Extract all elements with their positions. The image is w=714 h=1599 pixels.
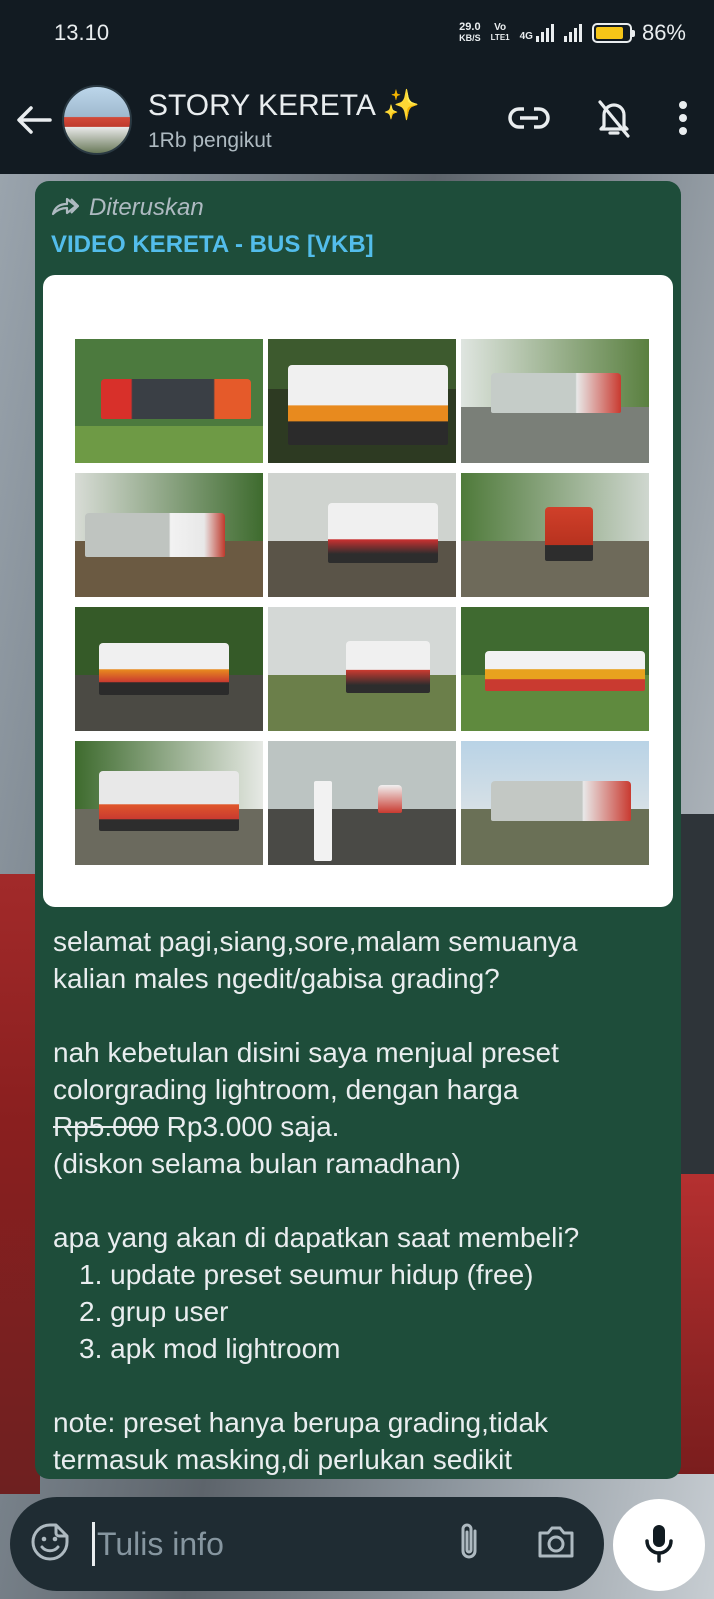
- status-icons: 29.0 KB/S Vo LTE1 4G 86%: [459, 20, 686, 46]
- camera-icon[interactable]: [536, 1525, 576, 1564]
- list-item: 3. apk mod lightroom: [79, 1333, 341, 1364]
- back-arrow-icon[interactable]: [16, 100, 56, 140]
- text-line: kalian males ngedit/gabisa grading?: [53, 963, 500, 994]
- header-actions: [508, 98, 688, 143]
- channel-avatar[interactable]: [62, 85, 132, 155]
- text-line: nah kebetulan disini saya menjual preset: [53, 1037, 559, 1068]
- volte-label: Vo: [494, 22, 507, 33]
- battery-icon: [591, 23, 635, 43]
- photo-thumb: [461, 741, 649, 865]
- text-line: apa yang akan di dapatkan saat membeli?: [53, 1222, 580, 1253]
- photo-thumb: [268, 741, 456, 865]
- status-time: 13.10: [54, 20, 110, 45]
- photo-thumb: [268, 473, 456, 597]
- text-line: (diskon selama bulan ramadhan): [53, 1148, 461, 1179]
- new-price: Rp3.000 saja.: [158, 1111, 340, 1142]
- text-line: selamat pagi,siang,sore,malam semuanya: [53, 926, 578, 957]
- photo-thumb: [268, 607, 456, 731]
- photo-thumb: [461, 607, 649, 731]
- channel-title: STORY KERETA ✨: [148, 88, 420, 122]
- attach-icon[interactable]: [456, 1521, 482, 1568]
- battery-percent: 86%: [641, 20, 686, 45]
- forward-source[interactable]: VIDEO KERETA - BUS [VKB]: [35, 225, 681, 265]
- link-icon[interactable]: [508, 106, 550, 134]
- follower-count: 1Rb pengikut: [148, 128, 272, 152]
- speed-unit: KB/S: [459, 33, 481, 43]
- list-item: 2. grup user: [79, 1296, 229, 1327]
- status-bar: 13.10 29.0 KB/S Vo LTE1 4G 86%: [0, 0, 714, 66]
- bell-off-icon[interactable]: [596, 98, 632, 143]
- text-line: colorgrading lightroom, dengan harga: [53, 1074, 519, 1105]
- forward-icon: [51, 196, 80, 221]
- channel-header: STORY KERETA ✨ 1Rb pengikut: [0, 66, 714, 174]
- battery-fill: [595, 27, 624, 39]
- message-bubble[interactable]: Diteruskan VIDEO KERETA - BUS [VKB] sela…: [35, 181, 681, 1479]
- text-line: note: preset hanya berupa grading,tidak: [53, 1407, 549, 1438]
- list-item: 1. update preset seumur hidup (free): [79, 1259, 534, 1290]
- photo-thumb: [75, 607, 263, 731]
- signal-4g: 4G: [520, 24, 554, 42]
- photo-thumb: [461, 339, 649, 463]
- benefit-list: 1. update preset seumur hidup (free) 2. …: [53, 1256, 663, 1367]
- photo-grid: [75, 339, 649, 865]
- signal-bars-2-icon: [563, 24, 582, 42]
- photo-thumb: [75, 339, 263, 463]
- signal-bars-icon: [535, 24, 554, 42]
- mic-button[interactable]: [613, 1499, 705, 1591]
- channel-info[interactable]: STORY KERETA ✨ 1Rb pengikut: [148, 88, 508, 153]
- price-line: Rp5.000 Rp3.000 saja.: [53, 1108, 663, 1145]
- info-input[interactable]: Tulis info: [92, 1522, 456, 1566]
- photo-thumb: [75, 741, 263, 865]
- more-vert-icon[interactable]: [678, 100, 688, 141]
- photo-thumb: [461, 473, 649, 597]
- input-actions: [456, 1521, 576, 1568]
- sticker-icon[interactable]: [30, 1522, 70, 1567]
- message-input-bar: Tulis info: [10, 1497, 604, 1591]
- text-line: termasuk masking,di perlukan sedikit: [53, 1444, 513, 1475]
- photo-thumb: [268, 339, 456, 463]
- speed-value: 29.0: [459, 21, 481, 33]
- photo-thumb: [75, 473, 263, 597]
- wallpaper-train-left: [0, 874, 40, 1494]
- forwarded-label: Diteruskan: [89, 194, 204, 221]
- volte-sub: LTE1: [490, 33, 510, 42]
- old-price: Rp5.000: [53, 1111, 159, 1142]
- photo-collage[interactable]: [43, 275, 673, 907]
- forwarded-indicator: Diteruskan: [35, 181, 681, 225]
- volte-indicator: Vo LTE1: [491, 23, 510, 43]
- network-speed: 29.0 KB/S: [459, 22, 481, 44]
- network-type: 4G: [519, 31, 533, 42]
- mic-icon: [644, 1523, 674, 1568]
- message-text: selamat pagi,siang,sore,malam semuanya k…: [35, 907, 681, 1478]
